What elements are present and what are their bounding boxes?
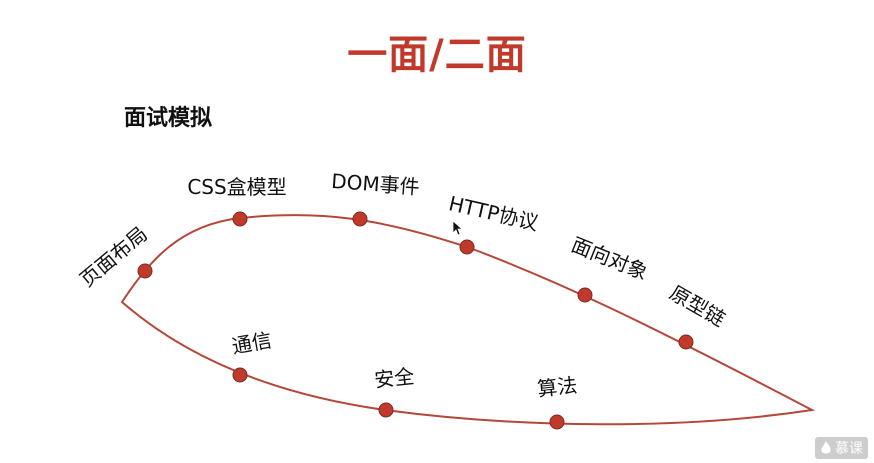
lower-node-dot-0 — [232, 367, 248, 383]
flame-logo-icon — [821, 441, 831, 454]
mouse-cursor-icon — [452, 220, 464, 236]
upper-node-label-4: 面向对象 — [568, 232, 651, 284]
upper-node-label-1: CSS盒模型 — [187, 175, 286, 199]
upper-node-label-0: 页面布局 — [75, 222, 152, 292]
lower-node-label-1: 安全 — [373, 364, 415, 392]
upper-node-dot-1 — [232, 211, 248, 227]
lower-node-label-2: 算法 — [536, 373, 578, 401]
upper-node-label-2: DOM事件 — [331, 169, 421, 199]
upper-node-dot-2 — [352, 211, 368, 227]
upper-node-dot-5 — [678, 334, 694, 350]
watermark: 慕课 — [815, 437, 868, 459]
upper-node-dot-3 — [459, 239, 475, 255]
interview-flow-diagram: 页面布局CSS盒模型 DOM事件HTTP协议面向对象原型链 通信安全 算法 — [75, 169, 816, 430]
lower-node-dot-1 — [378, 402, 394, 418]
watermark-text: 慕课 — [835, 441, 863, 457]
lower-node-dot-2 — [549, 414, 565, 430]
lower-node-label-0: 通信 — [230, 328, 274, 359]
upper-node-dot-0 — [137, 263, 153, 279]
slide: 一面/二面 面试模拟 页面布局 CSS盒模型 DOM事件 HTTP协议 面向对象 原型链 … — [0, 0, 874, 463]
upper-node-label-5: 原型链 — [666, 281, 730, 332]
upper-node-dot-4 — [577, 287, 593, 303]
